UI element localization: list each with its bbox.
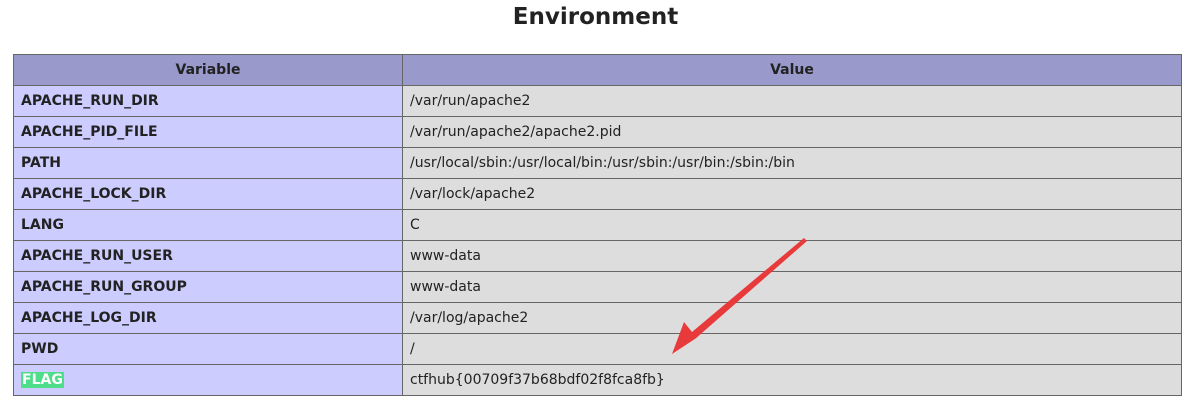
- environment-table: Variable Value APACHE_RUN_DIR /var/run/a…: [13, 54, 1182, 396]
- page-title: Environment: [512, 4, 679, 30]
- variable-value-cell: /var/lock/apache2: [402, 178, 1182, 210]
- table-header-row: Variable Value: [13, 54, 1182, 86]
- variable-name-cell: APACHE_RUN_DIR: [13, 85, 403, 117]
- flag-value-cell: ctfhub{00709f37b68bdf02f8fca8fb}: [402, 364, 1182, 396]
- variable-name-cell: APACHE_RUN_GROUP: [13, 271, 403, 303]
- table-row: APACHE_LOCK_DIR /var/lock/apache2: [13, 178, 1182, 210]
- variable-name-cell: FLAG: [13, 364, 403, 396]
- variable-name-cell: PWD: [13, 333, 403, 365]
- variable-value-cell: /var/run/apache2: [402, 85, 1182, 117]
- table-row: APACHE_PID_FILE /var/run/apache2/apache2…: [13, 116, 1182, 148]
- column-header-variable: Variable: [13, 54, 403, 86]
- variable-value-cell: www-data: [402, 240, 1182, 272]
- variable-name-cell: PATH: [13, 147, 403, 179]
- variable-value-cell: www-data: [402, 271, 1182, 303]
- table-row: APACHE_RUN_USER www-data: [13, 240, 1182, 272]
- variable-value-cell: C: [402, 209, 1182, 241]
- php-info-environment-page: Environment Variable Value APACHE_RUN_DI…: [0, 0, 1191, 412]
- variable-name-cell: APACHE_LOG_DIR: [13, 302, 403, 334]
- variable-name-cell: APACHE_PID_FILE: [13, 116, 403, 148]
- highlighted-flag-name: FLAG: [21, 372, 64, 388]
- table-row: PATH /usr/local/sbin:/usr/local/bin:/usr…: [13, 147, 1182, 179]
- table-row: FLAG ctfhub{00709f37b68bdf02f8fca8fb}: [13, 364, 1182, 396]
- table-row: APACHE_RUN_GROUP www-data: [13, 271, 1182, 303]
- variable-name-cell: LANG: [13, 209, 403, 241]
- table-row: APACHE_LOG_DIR /var/log/apache2: [13, 302, 1182, 334]
- table-row: LANG C: [13, 209, 1182, 241]
- variable-value-cell: /var/log/apache2: [402, 302, 1182, 334]
- table-row: APACHE_RUN_DIR /var/run/apache2: [13, 85, 1182, 117]
- column-header-value: Value: [402, 54, 1182, 86]
- variable-name-cell: APACHE_LOCK_DIR: [13, 178, 403, 210]
- variable-value-cell: /var/run/apache2/apache2.pid: [402, 116, 1182, 148]
- variable-value-cell: /: [402, 333, 1182, 365]
- table-row: PWD /: [13, 333, 1182, 365]
- variable-value-cell: /usr/local/sbin:/usr/local/bin:/usr/sbin…: [402, 147, 1182, 179]
- variable-name-cell: APACHE_RUN_USER: [13, 240, 403, 272]
